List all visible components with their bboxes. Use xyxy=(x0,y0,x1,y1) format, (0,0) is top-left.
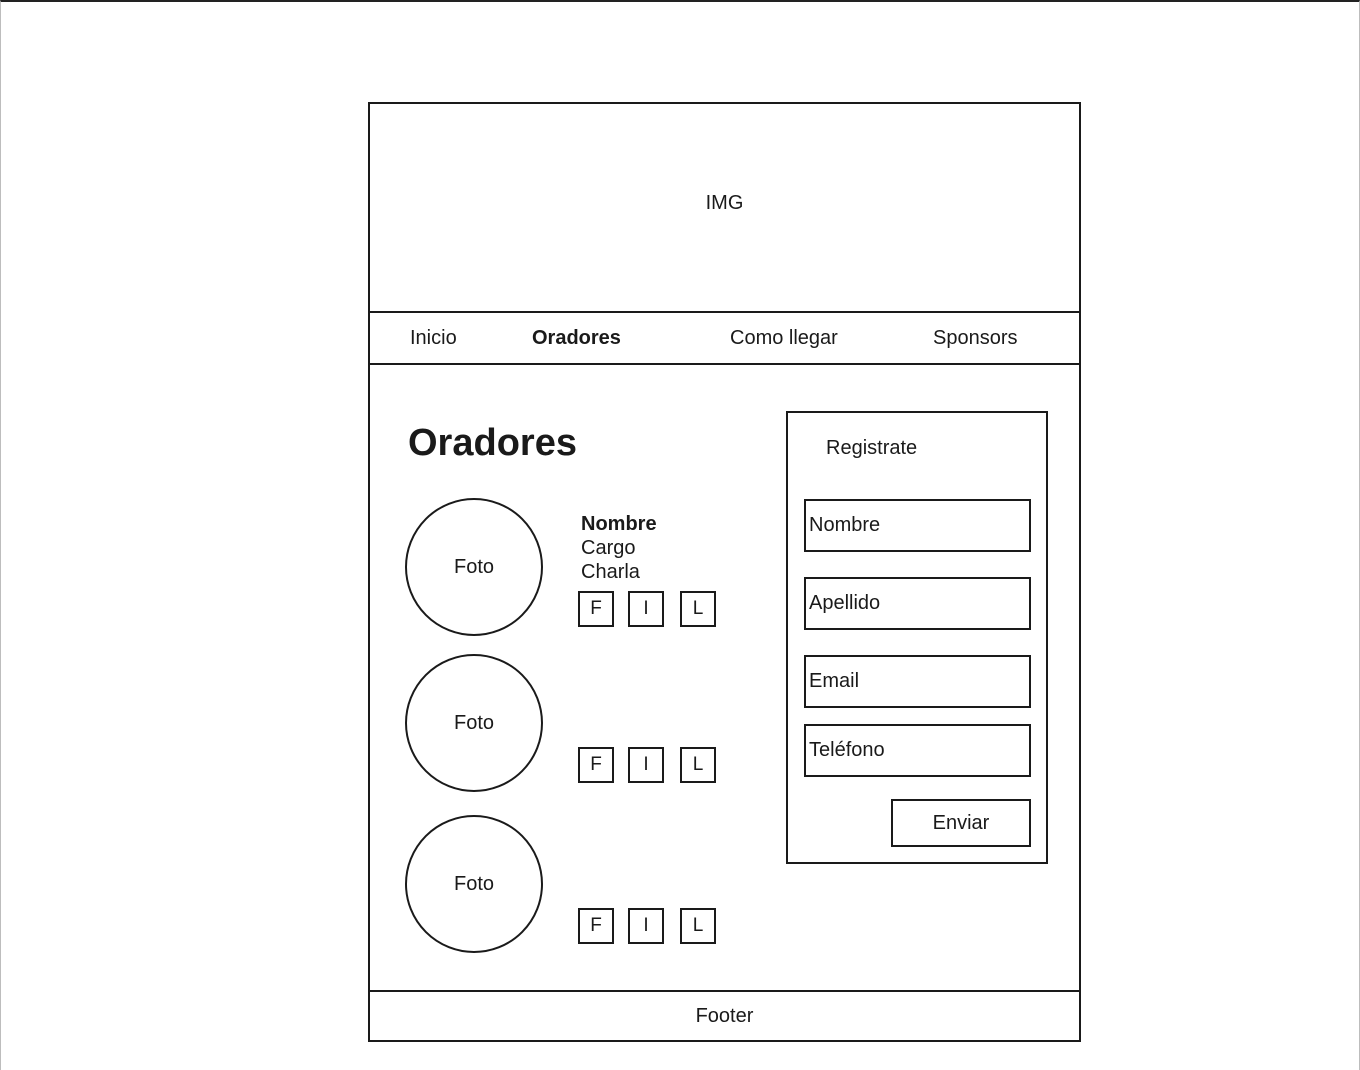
speaker-photo-label: Foto xyxy=(453,555,495,578)
speaker-info: Nombre Cargo Charla xyxy=(581,512,657,584)
page-wireframe: IMG Inicio Oradores Como llegar Sponsors… xyxy=(368,102,1081,1042)
speaker-photo-label: Foto xyxy=(453,711,495,734)
footer: Footer xyxy=(370,990,1079,1040)
facebook-link[interactable]: F xyxy=(578,908,614,944)
instagram-link[interactable]: I xyxy=(628,747,664,783)
footer-label: Footer xyxy=(695,1004,754,1027)
nav-item-inicio[interactable]: Inicio xyxy=(410,327,457,350)
speaker-photo-label: Foto xyxy=(453,872,495,895)
instagram-link[interactable]: I xyxy=(628,908,664,944)
nav-item-sponsors[interactable]: Sponsors xyxy=(933,327,1018,350)
instagram-link[interactable]: I xyxy=(628,591,664,627)
apellido-field[interactable] xyxy=(804,577,1031,630)
facebook-link[interactable]: F xyxy=(578,747,614,783)
hero-image-label: IMG xyxy=(705,192,744,214)
speaker-photo: Foto xyxy=(405,654,543,792)
hero-image-placeholder: IMG xyxy=(370,104,1079,313)
enviar-button[interactable]: Enviar xyxy=(891,799,1031,847)
nav-item-oradores[interactable]: Oradores xyxy=(532,327,621,350)
speaker-photo: Foto xyxy=(405,498,543,636)
speaker-card: Foto F I L xyxy=(405,654,765,796)
registration-form: Registrate Enviar xyxy=(786,411,1048,864)
telefono-field[interactable] xyxy=(804,724,1031,777)
nav-item-como-llegar[interactable]: Como llegar xyxy=(730,327,838,350)
speaker-name: Nombre xyxy=(581,513,657,535)
speaker-card: Foto F I L xyxy=(405,815,765,957)
nombre-field[interactable] xyxy=(804,499,1031,552)
speaker-photo: Foto xyxy=(405,815,543,953)
speaker-card: Foto Nombre Cargo Charla F I L xyxy=(405,498,765,640)
main-nav: Inicio Oradores Como llegar Sponsors xyxy=(370,313,1079,365)
email-field[interactable] xyxy=(804,655,1031,708)
speaker-role: Cargo xyxy=(581,537,636,559)
section-title: Oradores xyxy=(408,422,577,464)
facebook-link[interactable]: F xyxy=(578,591,614,627)
linkedin-link[interactable]: L xyxy=(680,747,716,783)
linkedin-link[interactable]: L xyxy=(680,591,716,627)
speaker-talk: Charla xyxy=(581,561,640,583)
linkedin-link[interactable]: L xyxy=(680,908,716,944)
form-title: Registrate xyxy=(826,437,918,459)
